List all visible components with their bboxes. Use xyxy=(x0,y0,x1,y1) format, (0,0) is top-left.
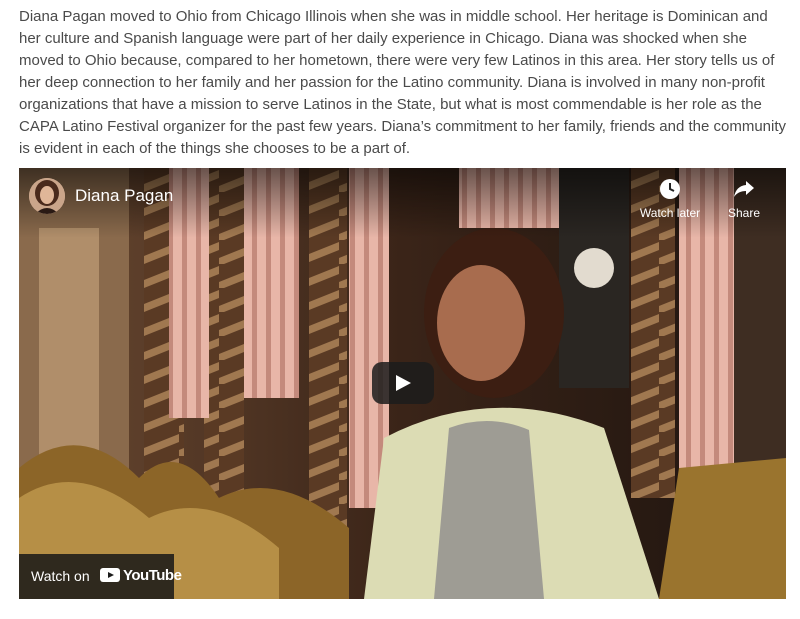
share-arrow-icon xyxy=(734,181,754,197)
channel-avatar[interactable] xyxy=(29,178,65,214)
play-button[interactable] xyxy=(372,362,434,404)
article-paragraph: Diana Pagan moved to Ohio from Chicago I… xyxy=(19,8,786,157)
watch-later-button[interactable]: Watch later xyxy=(635,178,705,220)
watch-on-label: Watch on xyxy=(31,568,90,584)
youtube-wordmark: YouTube xyxy=(123,567,182,584)
watch-later-label: Watch later xyxy=(639,206,701,220)
share-label: Share xyxy=(727,206,761,220)
watch-on-youtube-button[interactable]: Watch on YouTube xyxy=(19,554,182,599)
video-embed[interactable]: Diana Pagan Watch later Share Watch on Y… xyxy=(19,168,786,599)
share-button[interactable]: Share xyxy=(709,178,779,220)
clock-icon xyxy=(660,179,680,199)
youtube-logo-icon xyxy=(100,568,120,582)
video-title-link[interactable]: Diana Pagan xyxy=(75,186,173,206)
video-title-bar: Diana Pagan Watch later Share xyxy=(19,168,786,238)
play-icon xyxy=(396,375,411,391)
